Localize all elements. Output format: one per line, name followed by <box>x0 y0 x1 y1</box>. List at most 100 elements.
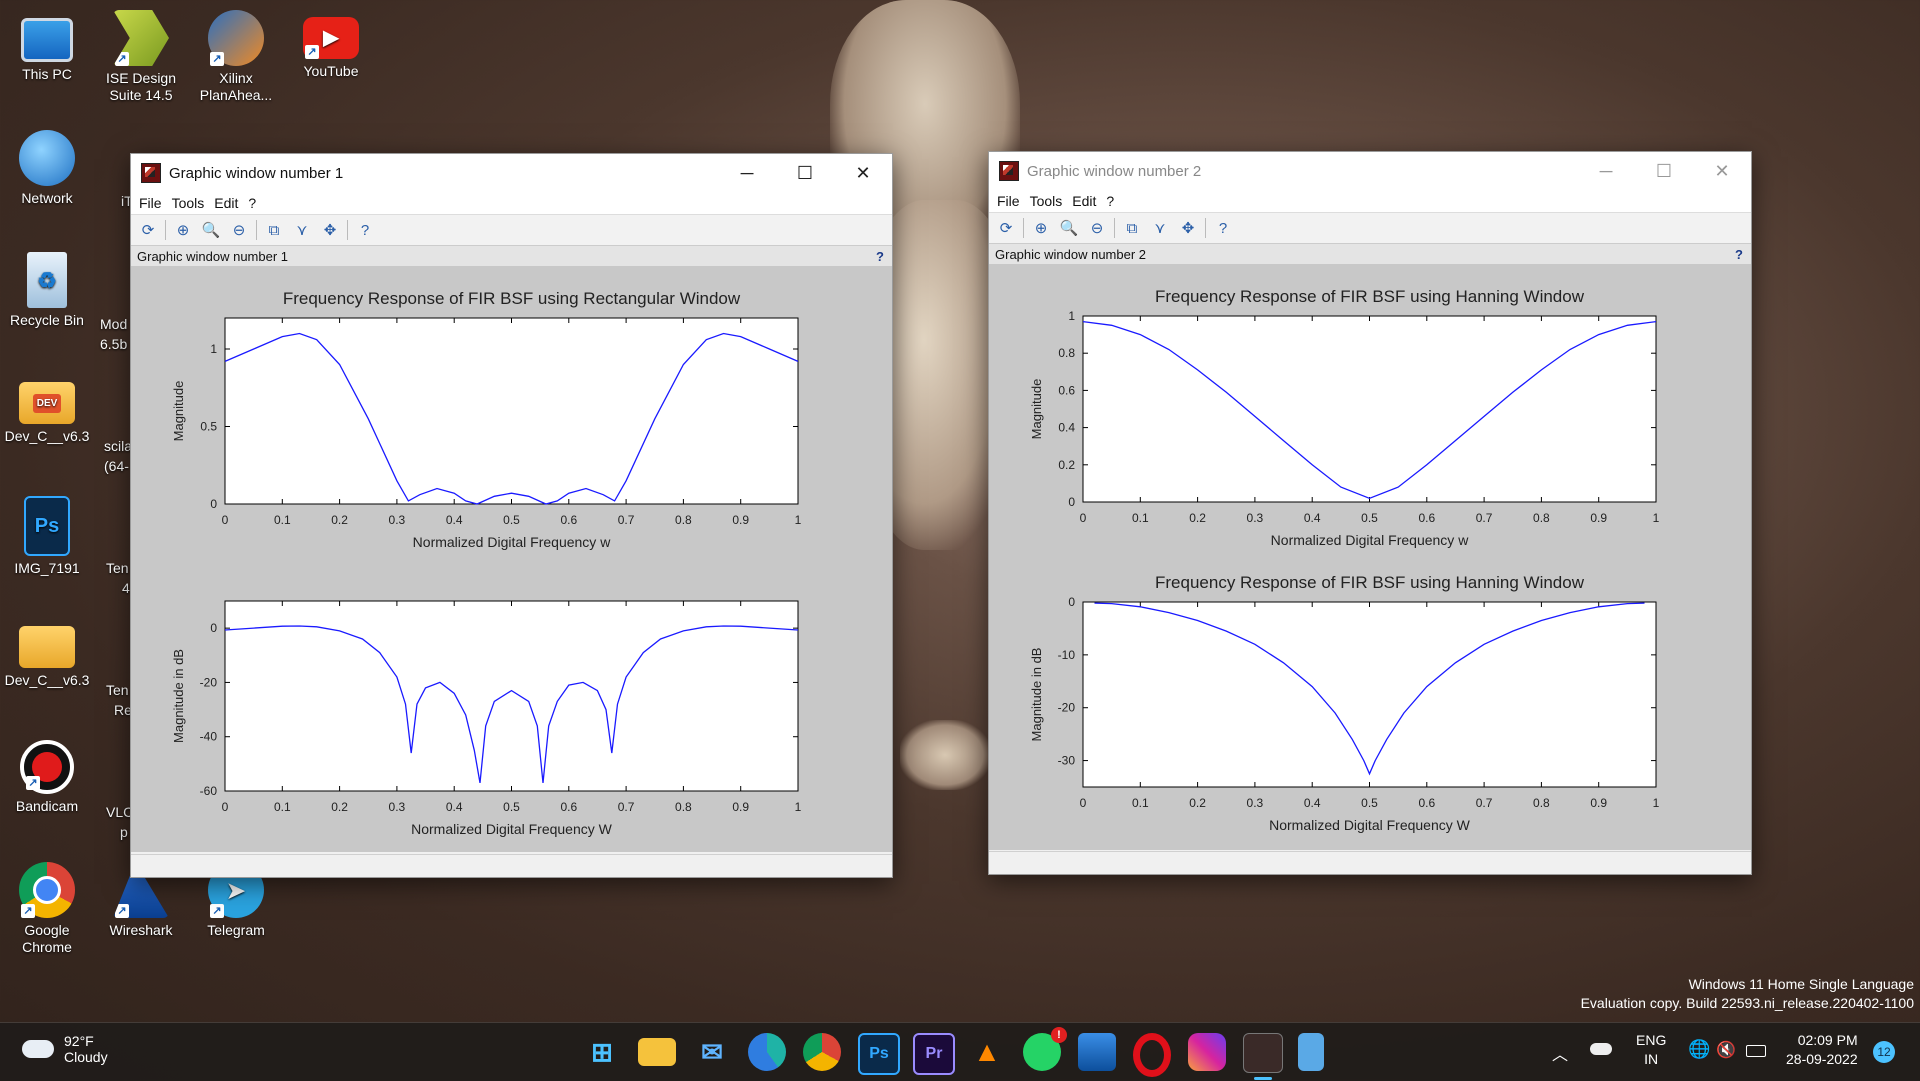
whatsapp-badge: ! <box>1051 1027 1067 1043</box>
menu-edit[interactable]: Edit <box>214 195 238 211</box>
minimize-button[interactable]: ─ <box>718 154 776 192</box>
pan-icon[interactable]: ✥ <box>1177 217 1199 239</box>
show-hidden-icons-chevron[interactable]: ︿ <box>1552 1041 1568 1065</box>
edge-icon[interactable] <box>748 1033 786 1071</box>
x-tick-label: 0.1 <box>1132 511 1149 525</box>
rotate-icon[interactable]: ⟳ <box>995 217 1017 239</box>
y-tick-label: 0.5 <box>200 420 217 434</box>
y-tick-label: 0.2 <box>1058 458 1075 472</box>
premiere-icon[interactable]: Pr <box>913 1033 955 1075</box>
y-tick-label: 0 <box>1068 495 1075 509</box>
desktop-icon-recycle-bin[interactable]: ♻ Recycle Bin <box>2 252 92 329</box>
desktop-icon-youtube[interactable]: ▶ ↗ YouTube <box>286 10 376 80</box>
desktop-icon-google-chrome[interactable]: ↗ Google Chrome <box>2 862 92 956</box>
desktop-icon-network[interactable]: Network <box>2 130 92 207</box>
whatsapp-icon[interactable]: ! <box>1023 1027 1067 1071</box>
windows-watermark: Windows 11 Home Single Language Evaluati… <box>1581 975 1914 1013</box>
chrome-icon[interactable] <box>803 1033 841 1071</box>
desktop-icon-dev-c-folder[interactable]: DEV Dev_C__v6.3 <box>2 374 92 445</box>
zip-folder-icon <box>19 626 75 668</box>
toolbar-separator <box>1114 218 1115 238</box>
zoom-in-icon[interactable]: 🔍 <box>1058 217 1080 239</box>
help-icon[interactable]: ? <box>354 219 376 241</box>
x-tick-label: 0.3 <box>1247 796 1264 810</box>
desktop-icon-dev-c-zip[interactable]: Dev_C__v6.3 <box>2 618 92 689</box>
weather-condition: Cloudy <box>64 1049 108 1065</box>
x-tick-label: 0.3 <box>389 513 406 527</box>
onedrive-cloud-icon[interactable] <box>1590 1043 1612 1055</box>
network-status-icon[interactable]: 🌐 <box>1688 1039 1710 1060</box>
maximize-button[interactable]: ☐ <box>1635 152 1693 190</box>
datatip-icon[interactable]: ⧉ <box>263 219 285 241</box>
opera-icon[interactable] <box>1133 1033 1171 1077</box>
photos-icon[interactable] <box>1078 1033 1116 1071</box>
x-axis-label: Normalized Digital Frequency W <box>411 821 613 837</box>
zoom-area-icon[interactable]: ⊕ <box>1030 217 1052 239</box>
pan-icon[interactable]: ✥ <box>319 219 341 241</box>
scilab-icon[interactable] <box>1243 1033 1283 1080</box>
instagram-icon[interactable] <box>1188 1033 1226 1071</box>
desktop-icon-xilinx-planahead[interactable]: ↗ Xilinx PlanAhea... <box>191 10 281 104</box>
menu-edit[interactable]: Edit <box>1072 193 1096 209</box>
menu-help[interactable]: ? <box>248 195 256 211</box>
language-indicator[interactable]: ENG IN <box>1636 1031 1666 1069</box>
close-button[interactable]: ✕ <box>834 154 892 192</box>
x-tick-label: 0.3 <box>389 800 406 814</box>
desktop-icon-ise-design-suite[interactable]: ↗ ISE Design Suite 14.5 <box>96 10 186 104</box>
edit-curve-icon[interactable]: ⋎ <box>1149 217 1171 239</box>
file-explorer-icon[interactable] <box>638 1038 676 1066</box>
x-tick-label: 0.7 <box>618 513 635 527</box>
title-bar[interactable]: Graphic window number 2 ─ ☐ ✕ <box>989 152 1751 190</box>
windows-start-icon[interactable]: ⊞ <box>583 1033 621 1071</box>
menu-file[interactable]: File <box>997 193 1020 209</box>
minimize-button[interactable]: ─ <box>1577 152 1635 190</box>
lang-code: ENG <box>1636 1032 1667 1048</box>
title-bar[interactable]: Graphic window number 1 ─ ☐ ✕ <box>131 154 892 192</box>
desktop-icon-bandicam[interactable]: ↗ Bandicam <box>2 740 92 815</box>
x-tick-label: 0.7 <box>1476 511 1493 525</box>
edit-curve-icon[interactable]: ⋎ <box>291 219 313 241</box>
notepad-icon[interactable] <box>1298 1033 1324 1071</box>
zoom-area-icon[interactable]: ⊕ <box>172 219 194 241</box>
menu-tools[interactable]: Tools <box>1030 193 1063 209</box>
x-tick-label: 0.4 <box>446 800 463 814</box>
x-tick-label: 0.9 <box>732 513 749 527</box>
y-tick-label: -20 <box>200 675 218 689</box>
toolbar-separator <box>1023 218 1024 238</box>
menu-help[interactable]: ? <box>1106 193 1114 209</box>
y-tick-label: -20 <box>1058 701 1076 715</box>
desktop-icon-this-pc[interactable]: This PC <box>2 10 92 83</box>
partial-label: p <box>120 824 128 840</box>
zoom-in-icon[interactable]: 🔍 <box>200 219 222 241</box>
menu-tools[interactable]: Tools <box>172 195 205 211</box>
rotate-icon[interactable]: ⟳ <box>137 219 159 241</box>
volume-muted-icon[interactable]: 🔇 <box>1716 1040 1736 1060</box>
info-help-icon[interactable]: ? <box>876 249 884 264</box>
menu-file[interactable]: File <box>139 195 162 211</box>
desktop-icon-img-7191[interactable]: Ps IMG_7191 <box>2 496 92 577</box>
notification-badge[interactable]: 12 <box>1873 1041 1895 1063</box>
zoom-out-icon[interactable]: ⊖ <box>1086 217 1108 239</box>
datatip-icon[interactable]: ⧉ <box>1121 217 1143 239</box>
info-help-icon[interactable]: ? <box>1735 247 1743 262</box>
x-tick-label: 0 <box>1080 796 1087 810</box>
partial-label: Mod <box>100 316 128 332</box>
graphic-window-2[interactable]: Graphic window number 2 ─ ☐ ✕ File Tools… <box>988 151 1752 875</box>
graphic-window-1[interactable]: Graphic window number 1 ─ ☐ ✕ File Tools… <box>130 153 893 878</box>
photoshop-icon[interactable]: Ps <box>858 1033 900 1075</box>
x-tick-label: 0.9 <box>732 800 749 814</box>
mail-icon[interactable]: ✉ <box>693 1033 731 1071</box>
close-button[interactable]: ✕ <box>1693 152 1751 190</box>
battery-icon[interactable] <box>1746 1045 1766 1057</box>
clock-date: 28-09-2022 <box>1786 1051 1858 1067</box>
plot-background <box>1082 315 1657 503</box>
help-icon[interactable]: ? <box>1212 217 1234 239</box>
vlc-icon[interactable]: ▲ <box>968 1033 1006 1071</box>
y-tick-label: 0.6 <box>1058 383 1075 397</box>
clock[interactable]: 02:09 PM 28-09-2022 <box>1786 1031 1858 1069</box>
maximize-button[interactable]: ☐ <box>776 154 834 192</box>
x-tick-label: 0.5 <box>503 513 520 527</box>
zoom-out-icon[interactable]: ⊖ <box>228 219 250 241</box>
weather-widget[interactable]: 92°F Cloudy <box>22 1033 108 1065</box>
chart-title: Frequency Response of FIR BSF using Hann… <box>1155 287 1585 306</box>
